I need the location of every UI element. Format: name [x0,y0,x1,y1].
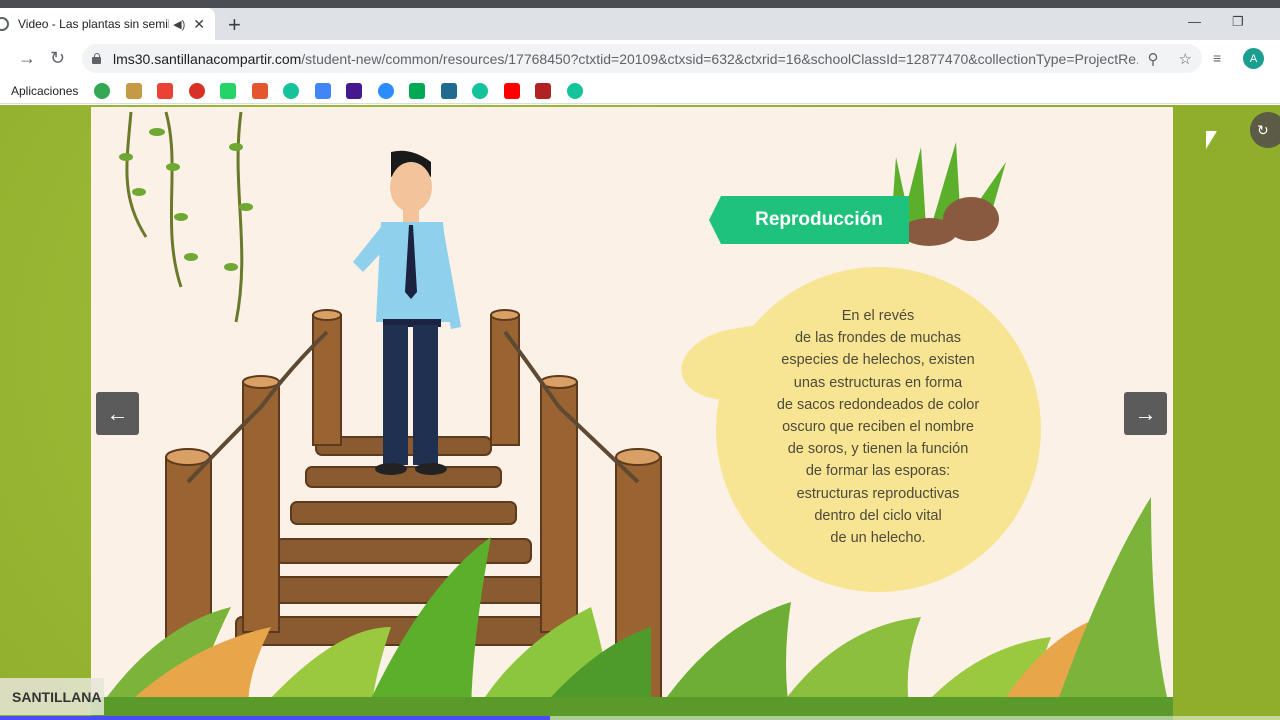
gmail-icon[interactable] [188,82,205,99]
address-bar[interactable]: lms30.santillanacompartir.com/student-ne… [82,44,1202,73]
bubble-text-line: dentro del ciclo vital [814,507,942,524]
mouse-cursor-icon [1206,131,1217,149]
new-tab-button[interactable]: + [228,12,241,38]
tab-favicon-icon [0,17,9,31]
film-icon[interactable] [440,82,457,99]
zoom-icon[interactable] [377,82,394,99]
bubble-text-line: de sacos redondeados de color [776,396,980,413]
replay-icon[interactable]: ↻ [1250,112,1280,148]
circle-icon[interactable] [314,82,331,99]
grammarly-icon-3[interactable] [566,82,583,99]
media-control-icon[interactable]: ≡ [1213,50,1221,66]
next-slide-button[interactable]: → [1124,392,1167,435]
profile-avatar[interactable]: A [1243,48,1264,69]
bubble-text-line: estructuras reproductivas [796,485,960,502]
minimize-icon[interactable]: — [1188,14,1201,29]
bubble-text-line: de un helecho. [830,530,926,547]
bubble-text-line: En el revés [841,308,915,324]
kahoot-icon[interactable] [346,82,363,99]
santillana-logo: SANTILLANA [0,678,104,715]
close-tab-icon[interactable]: ✕ [193,16,205,33]
maps-icon[interactable] [94,82,111,99]
bubble-text-line: especies de helechos, existen [781,352,975,369]
tab-strip: Video - Las plantas sin semillas ◀) ✕ + … [0,8,1280,40]
people-icon[interactable] [125,82,142,99]
reload-icon[interactable]: ↻ [50,48,65,69]
whatsapp-icon[interactable] [220,82,237,99]
bookmarks-bar: Aplicaciones [0,78,1280,104]
browser-toolbar: → ↻ lms30.santillanacompartir.com/studen… [0,40,1280,78]
speaker-icon[interactable]: ◀) [173,18,185,31]
slide-stage: Reproducción En el revés de las frondes d… [91,107,1173,720]
lock-icon [92,53,101,64]
bubble-text: En el revés de las frondes de muchas espec… [743,305,1013,549]
bubble-text-line: oscuro que reciben el nombre [782,419,974,436]
bubble-text-line: unas estructuras en forma [793,374,963,391]
url-text: lms30.santillanacompartir.com/student-ne… [113,50,1138,67]
youtube-icon[interactable] [503,82,520,99]
shield-icon[interactable] [535,82,552,99]
video-progress-track[interactable] [550,716,1280,720]
star-icon[interactable]: ☆ [1179,50,1192,68]
grammarly-icon-2[interactable] [472,82,489,99]
s-icon[interactable] [251,82,268,99]
window-top-border [0,0,1280,8]
section-heading: Reproducción [755,209,883,230]
previous-slide-button[interactable]: ← [96,392,139,435]
zoom-icon[interactable]: ⚲ [1148,50,1159,68]
bubble-text-line: de formar las esporas: [805,463,951,480]
video-progress-fill[interactable] [0,716,550,720]
brand-name: SANTILLANA [12,688,102,705]
browser-tab[interactable]: Video - Las plantas sin semillas ◀) ✕ [0,8,215,40]
section-heading-banner: Reproducción [709,196,909,244]
tab-title: Video - Las plantas sin semillas [18,17,170,31]
teacher-figure [353,150,461,475]
apps-label: Aplicaciones [11,83,79,98]
wave-icon[interactable] [157,82,174,99]
restore-icon[interactable]: ❐ [1232,14,1244,30]
grammarly-icon[interactable] [283,82,300,99]
video-player[interactable]: Reproducción En el revés de las frondes d… [0,105,1280,720]
forward-icon[interactable]: → [18,48,36,69]
bubble-text-line: de las frondes de muchas [794,330,962,347]
c-icon[interactable] [409,82,426,99]
bookmark-icons [94,82,598,99]
bubble-text-line: de soros, y tienen la función [787,441,969,458]
bookmark-apps[interactable]: Aplicaciones [0,84,78,98]
